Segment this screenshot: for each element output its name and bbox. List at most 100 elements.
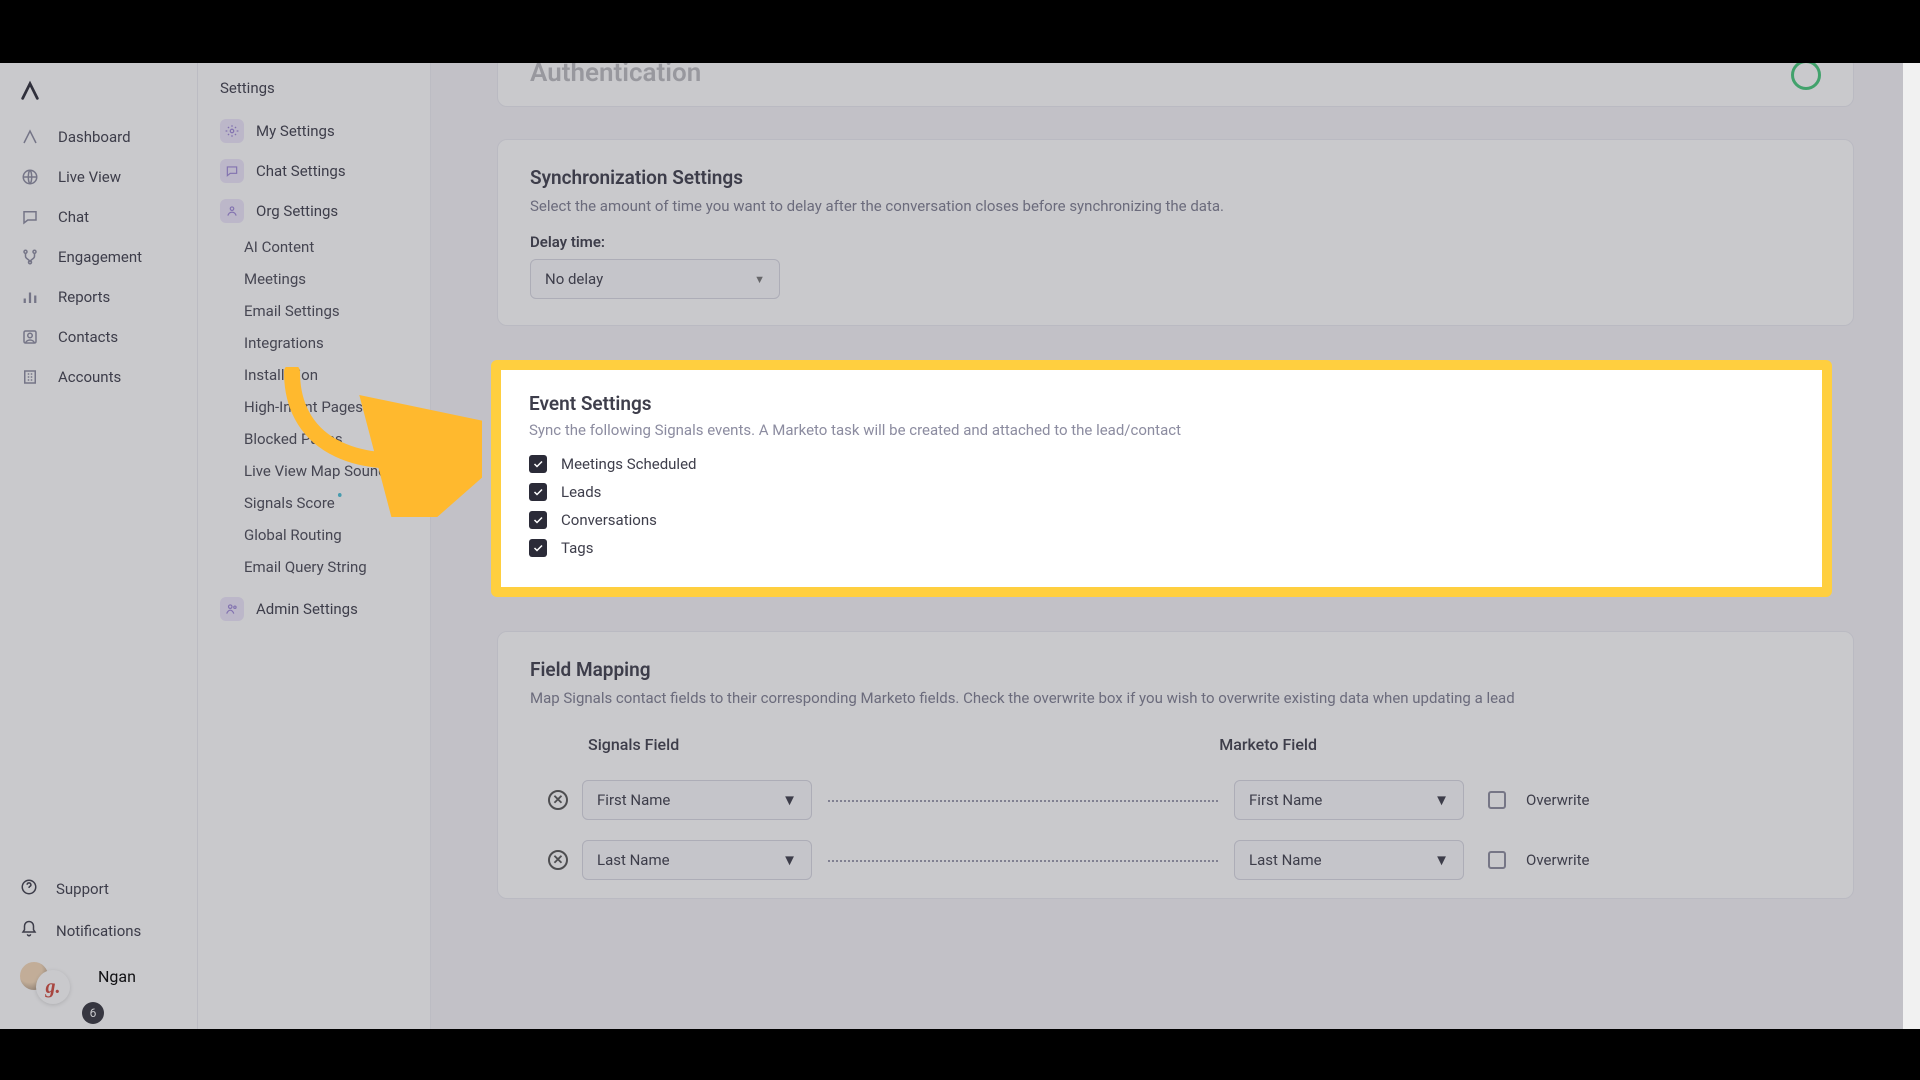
nav-notifications[interactable]: Notifications [0, 910, 197, 952]
select-value: First Name [1249, 791, 1322, 809]
mapping-title: Field Mapping [530, 658, 1821, 681]
section-admin-settings[interactable]: Admin Settings [198, 589, 430, 629]
select-value: Last Name [1249, 851, 1322, 869]
nav-label: Chat [58, 208, 89, 226]
nav-support[interactable]: Support [0, 868, 197, 910]
event-title: Event Settings [529, 392, 1794, 415]
org-icon [220, 199, 244, 223]
nav-label: Support [56, 880, 109, 898]
profile-menu[interactable]: Ngan g. 6 [0, 952, 197, 996]
sub-email-query[interactable]: Email Query String [198, 551, 430, 583]
globe-icon [20, 167, 40, 187]
nav-accounts[interactable]: Accounts [0, 357, 197, 397]
checkbox-label: Meetings Scheduled [561, 455, 697, 473]
sub-integrations[interactable]: Integrations [198, 327, 430, 359]
caret-down-icon: ▼ [754, 273, 765, 286]
section-org-settings[interactable]: Org Settings [198, 191, 430, 231]
select-value: Last Name [597, 851, 670, 869]
nav-label: Dashboard [58, 128, 131, 146]
overwrite-checkbox[interactable] [1488, 851, 1506, 869]
profile-name: Ngan [98, 967, 136, 986]
dashboard-icon [20, 127, 40, 147]
sub-meetings[interactable]: Meetings [198, 263, 430, 295]
brand-logo [14, 75, 46, 107]
admin-icon [220, 597, 244, 621]
annotation-arrow-icon [272, 367, 482, 517]
signals-field-select[interactable]: First Name ▼ [582, 780, 812, 820]
overwrite-label: Overwrite [1526, 791, 1590, 809]
delay-time-label: Delay time: [530, 233, 1821, 251]
notification-count: 6 [82, 1002, 104, 1024]
checkbox-conversations[interactable]: Conversations [529, 511, 1794, 529]
event-description: Sync the following Signals events. A Mar… [529, 421, 1794, 439]
field-mapping-card: Field Mapping Map Signals contact fields… [497, 631, 1854, 899]
authentication-title: Authentication [530, 63, 701, 88]
nav-chat[interactable]: Chat [0, 197, 197, 237]
select-value: No delay [545, 270, 603, 288]
nav-reports[interactable]: Reports [0, 277, 197, 317]
section-chat-settings[interactable]: Chat Settings [198, 151, 430, 191]
nav-live-view[interactable]: Live View [0, 157, 197, 197]
primary-sidebar: Dashboard Live View Chat Engagement Repo… [0, 63, 198, 1029]
settings-breadcrumb: Settings [198, 75, 430, 111]
col-marketo-field: Marketo Field [1219, 735, 1317, 754]
sub-global-routing[interactable]: Global Routing [198, 519, 430, 551]
sync-title: Synchronization Settings [530, 166, 1821, 189]
sync-description: Select the amount of time you want to de… [530, 197, 1821, 215]
contact-icon [20, 327, 40, 347]
checkbox-checked-icon [529, 483, 547, 501]
nav-label: Contacts [58, 328, 118, 346]
checkbox-tags[interactable]: Tags [529, 539, 1794, 557]
checkbox-meetings-scheduled[interactable]: Meetings Scheduled [529, 455, 1794, 473]
nav-contacts[interactable]: Contacts [0, 317, 197, 357]
nav-dashboard[interactable]: Dashboard [0, 117, 197, 157]
mapping-connector [828, 858, 1218, 862]
select-value: First Name [597, 791, 670, 809]
section-label: Org Settings [256, 202, 338, 220]
caret-down-icon: ▼ [782, 791, 797, 809]
section-my-settings[interactable]: My Settings [198, 111, 430, 151]
caret-down-icon: ▼ [1434, 791, 1449, 809]
synchronization-card: Synchronization Settings Select the amou… [497, 139, 1854, 326]
help-icon [20, 878, 38, 900]
nav-label: Accounts [58, 368, 121, 386]
branch-icon [20, 247, 40, 267]
checkbox-label: Leads [561, 483, 601, 501]
chat-icon [20, 207, 40, 227]
delete-row-button[interactable]: ✕ [548, 790, 568, 810]
nav-label: Engagement [58, 248, 142, 266]
nav-label: Reports [58, 288, 110, 306]
delete-row-button[interactable]: ✕ [548, 850, 568, 870]
checkbox-checked-icon [529, 455, 547, 473]
settings-sidebar: Settings My Settings Chat Settings Org S… [198, 63, 431, 1029]
checkbox-label: Conversations [561, 511, 657, 529]
mapping-row: ✕ First Name ▼ First Name ▼ Overwrite [530, 770, 1821, 830]
main-panel: Authentication Synchronization Settings … [431, 63, 1920, 1029]
authentication-card-top-sliver: Authentication [497, 63, 1854, 107]
mapping-row: ✕ Last Name ▼ Last Name ▼ Overwrite [530, 830, 1821, 890]
delay-time-select[interactable]: No delay ▼ [530, 259, 780, 299]
scrollbar[interactable] [1903, 63, 1920, 1029]
overwrite-checkbox[interactable] [1488, 791, 1506, 809]
mapping-description: Map Signals contact fields to their corr… [530, 689, 1821, 707]
checkbox-checked-icon [529, 539, 547, 557]
caret-down-icon: ▼ [782, 851, 797, 869]
col-signals-field: Signals Field [588, 735, 679, 754]
g-badge-icon: g. [36, 970, 70, 1004]
checkbox-leads[interactable]: Leads [529, 483, 1794, 501]
chat-bubble-icon [220, 159, 244, 183]
sub-ai-content[interactable]: AI Content [198, 231, 430, 263]
signals-field-select[interactable]: Last Name ▼ [582, 840, 812, 880]
sub-email-settings[interactable]: Email Settings [198, 295, 430, 327]
nav-engagement[interactable]: Engagement [0, 237, 197, 277]
bell-icon [20, 920, 38, 942]
section-label: Admin Settings [256, 600, 358, 618]
overwrite-label: Overwrite [1526, 851, 1590, 869]
bar-chart-icon [20, 287, 40, 307]
checkbox-checked-icon [529, 511, 547, 529]
success-check-icon [1791, 63, 1821, 90]
marketo-field-select[interactable]: First Name ▼ [1234, 780, 1464, 820]
marketo-field-select[interactable]: Last Name ▼ [1234, 840, 1464, 880]
nav-label: Live View [58, 168, 121, 186]
caret-down-icon: ▼ [1434, 851, 1449, 869]
